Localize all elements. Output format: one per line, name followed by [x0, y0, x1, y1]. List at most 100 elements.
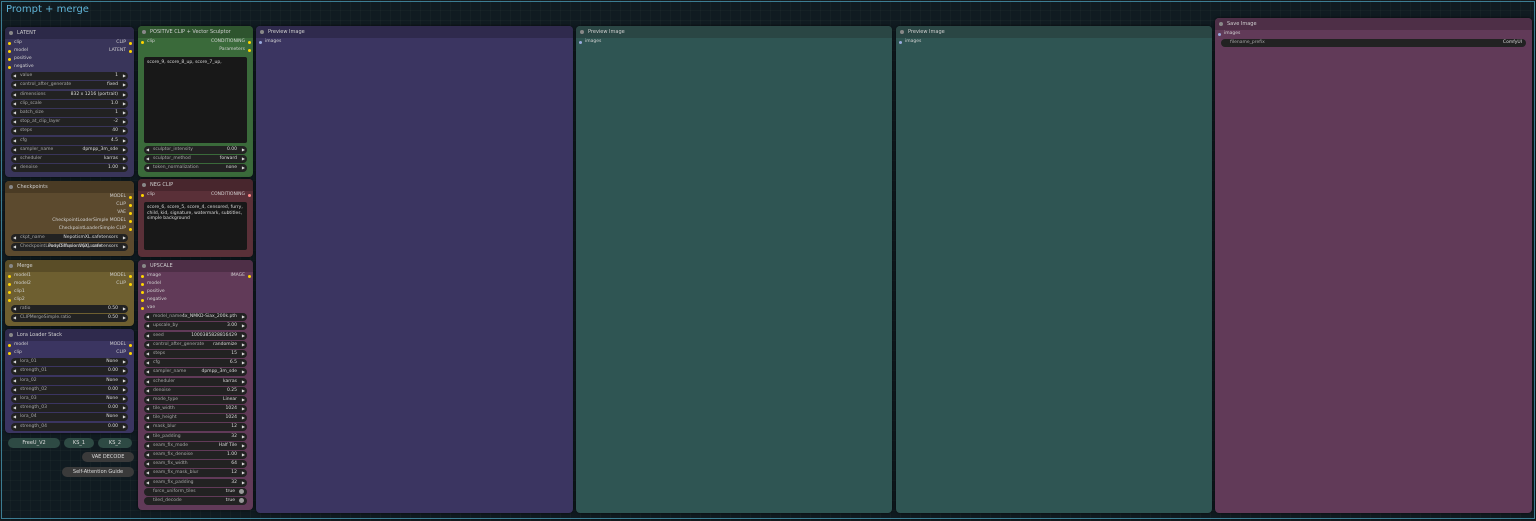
- widget-sampler-name[interactable]: sampler_name dpmpp_3m_sde: [144, 368, 247, 377]
- upscale-node-title[interactable]: UPSCALE: [138, 260, 253, 272]
- widget-tile-width[interactable]: tile_width 1024: [144, 405, 247, 414]
- input-slot-icon[interactable]: [899, 40, 902, 44]
- input-slot-icon[interactable]: [141, 306, 144, 310]
- output-slot-icon[interactable]: [129, 195, 132, 199]
- widget-model-name[interactable]: model_name4x_NMKD-Siax_200k.pth: [144, 313, 247, 322]
- output-slot-icon[interactable]: [129, 343, 132, 347]
- widget-denoise[interactable]: denoise 0.25: [144, 386, 247, 395]
- save-image-node[interactable]: Save Image images filename_prefix ComfyUI: [1215, 18, 1532, 513]
- widget-mode-type[interactable]: mode_type Linear: [144, 395, 247, 404]
- widget-seam-fix-width[interactable]: seam_fix_width 64: [144, 460, 247, 469]
- output-slot-icon[interactable]: [129, 49, 132, 53]
- merge-node[interactable]: Merge model1 MODEL model2 CLIP clip1 clip2…: [5, 260, 134, 326]
- latent-node-title[interactable]: LATENT: [5, 27, 134, 39]
- input-slot-icon[interactable]: [1218, 32, 1221, 36]
- toggle-force-uniform-tiles[interactable]: force_uniform_tiles true: [144, 487, 247, 496]
- input-slot-icon[interactable]: [8, 57, 11, 61]
- output-slot-icon[interactable]: [248, 274, 251, 278]
- widget-seam-fix-mode[interactable]: seam_fix_mode Half Tile: [144, 441, 247, 450]
- latent-node[interactable]: LATENT clip CLIP model LATENT positive neg…: [5, 27, 134, 177]
- preview-image-node-3[interactable]: Preview Image images: [896, 26, 1212, 513]
- toggle-tiled-decode[interactable]: tiled_decode true: [144, 496, 247, 505]
- input-slot-icon[interactable]: [8, 41, 11, 45]
- input-slot-icon[interactable]: [8, 282, 11, 286]
- ks2-node[interactable]: KS_2: [98, 438, 132, 448]
- output-slot-icon[interactable]: [248, 193, 251, 197]
- positive-clip-node[interactable]: POSITIVE CLIP + Vector Sculptor clip COND…: [138, 26, 253, 177]
- output-slot-icon[interactable]: [129, 203, 132, 207]
- output-slot-icon[interactable]: [129, 274, 132, 278]
- input-slot-icon[interactable]: [8, 343, 11, 347]
- neg-clip-node-title[interactable]: NEG CLIP: [138, 179, 253, 191]
- input-slot-icon[interactable]: [8, 298, 11, 302]
- widget-ratio[interactable]: ratio 0.50: [11, 305, 128, 314]
- widget-sculptor-method[interactable]: sculptor_method forward: [144, 155, 247, 164]
- widget-strength-02[interactable]: strength_02 0.00: [11, 385, 128, 394]
- widget-tile-padding[interactable]: tile_padding 32: [144, 432, 247, 441]
- output-slot-icon[interactable]: [129, 227, 132, 231]
- input-slot-icon[interactable]: [8, 49, 11, 53]
- widget-ckpt-name[interactable]: ckpt_name NepotismXL.safetensors: [11, 234, 128, 243]
- output-slot-icon[interactable]: [248, 40, 251, 44]
- widget-denoise[interactable]: denoise 1.00: [11, 164, 128, 173]
- widget-value[interactable]: value 1: [11, 72, 128, 81]
- widget-tile-height[interactable]: tile_height 1024: [144, 414, 247, 423]
- widget-dimensions[interactable]: dimensions 832 x 1216 (portrait): [11, 90, 128, 99]
- widget-seam-fix-padding[interactable]: seam_fix_padding 32: [144, 478, 247, 487]
- widget-strength-01[interactable]: strength_01 0.00: [11, 367, 128, 376]
- input-slot-icon[interactable]: [8, 290, 11, 294]
- checkpoints-node[interactable]: Checkpoints MODEL CLIP VAE CheckpointLoa…: [5, 181, 134, 256]
- widget-cfg[interactable]: cfg 4.5: [11, 136, 128, 145]
- preview-image-title[interactable]: Preview Image: [576, 26, 892, 38]
- widget-cfg[interactable]: cfg 6.5: [144, 359, 247, 368]
- output-slot-icon[interactable]: [129, 219, 132, 223]
- group-title[interactable]: Prompt + merge: [6, 4, 89, 15]
- widget-seam-fix-mask-blur[interactable]: seam_fix_mask_blur 12: [144, 469, 247, 478]
- vae-decode-node[interactable]: VAE DECODE: [82, 452, 134, 462]
- output-slot-icon[interactable]: [129, 282, 132, 286]
- upscale-node[interactable]: UPSCALE image IMAGE model positive negati…: [138, 260, 253, 510]
- input-slot-icon[interactable]: [8, 274, 11, 278]
- save-image-title[interactable]: Save Image: [1215, 18, 1532, 30]
- widget-filename-prefix[interactable]: filename_prefix ComfyUI: [1221, 39, 1526, 48]
- widget-token-normalization[interactable]: token_normalization none: [144, 164, 247, 173]
- widget-lora-02[interactable]: lora_02 None: [11, 376, 128, 385]
- input-slot-icon[interactable]: [579, 40, 582, 44]
- lora-node-title[interactable]: Lora Loader Stack: [5, 329, 134, 341]
- output-slot-icon[interactable]: [248, 48, 251, 52]
- widget-seam-fix-denoise[interactable]: seam_fix_denoise 1.00: [144, 451, 247, 459]
- neg-clip-node[interactable]: NEG CLIP clip CONDITIONING score_6, score…: [138, 179, 253, 257]
- widget-lora-04[interactable]: lora_04 None: [11, 413, 128, 422]
- widget-scheduler[interactable]: scheduler karras: [11, 154, 128, 163]
- input-slot-icon[interactable]: [141, 282, 144, 286]
- output-slot-icon[interactable]: [129, 211, 132, 215]
- input-slot-icon[interactable]: [259, 40, 262, 44]
- widget-stop-at-clip-layer[interactable]: stop_at_clip_layer -2: [11, 118, 128, 127]
- widget-control-after-generate[interactable]: control_after_generate randomize: [144, 340, 247, 349]
- widget-clip-scale[interactable]: clip_scale 1.0: [11, 99, 128, 108]
- widget-seed[interactable]: seed 1000385828816429: [144, 331, 247, 340]
- widget-lora-03[interactable]: lora_03 None: [11, 394, 128, 403]
- preview-image-title[interactable]: Preview Image: [256, 26, 573, 38]
- preview-image-node-2[interactable]: Preview Image images: [576, 26, 892, 513]
- merge-node-title[interactable]: Merge: [5, 260, 134, 272]
- input-slot-icon[interactable]: [8, 65, 11, 69]
- widget-control-after-generate[interactable]: control_after_generate fixed: [11, 81, 128, 90]
- input-slot-icon[interactable]: [141, 298, 144, 302]
- widget-batch-size[interactable]: batch_size 1: [11, 108, 128, 117]
- lora-node[interactable]: Lora Loader Stack model MODEL clip CLIP lo…: [5, 329, 134, 433]
- output-slot-icon[interactable]: [129, 351, 132, 355]
- input-slot-icon[interactable]: [141, 40, 144, 44]
- negative-prompt-textarea[interactable]: score_6, score_5, score_4, censored, fur…: [144, 202, 247, 250]
- ks1-node[interactable]: KS_1: [64, 438, 94, 448]
- checkpoints-node-title[interactable]: Checkpoints: [5, 181, 134, 193]
- widget-strength-03[interactable]: strength_03 0.00: [11, 404, 128, 413]
- widget-mask-blur[interactable]: mask_blur 12: [144, 423, 247, 432]
- freeu-node[interactable]: FreeU_V2: [8, 438, 60, 448]
- preview-image-title[interactable]: Preview Image: [896, 26, 1212, 38]
- widget-clipmerge-ratio[interactable]: CLIPMergeSimple.ratio 0.50: [11, 314, 128, 323]
- widget-steps[interactable]: steps 15: [144, 349, 247, 358]
- widget-ckpt-name-2[interactable]: CheckpointLoaderSimple.ckpt_namePonyDiff…: [11, 243, 128, 252]
- input-slot-icon[interactable]: [141, 274, 144, 278]
- preview-image-node-1[interactable]: Preview Image images: [256, 26, 573, 513]
